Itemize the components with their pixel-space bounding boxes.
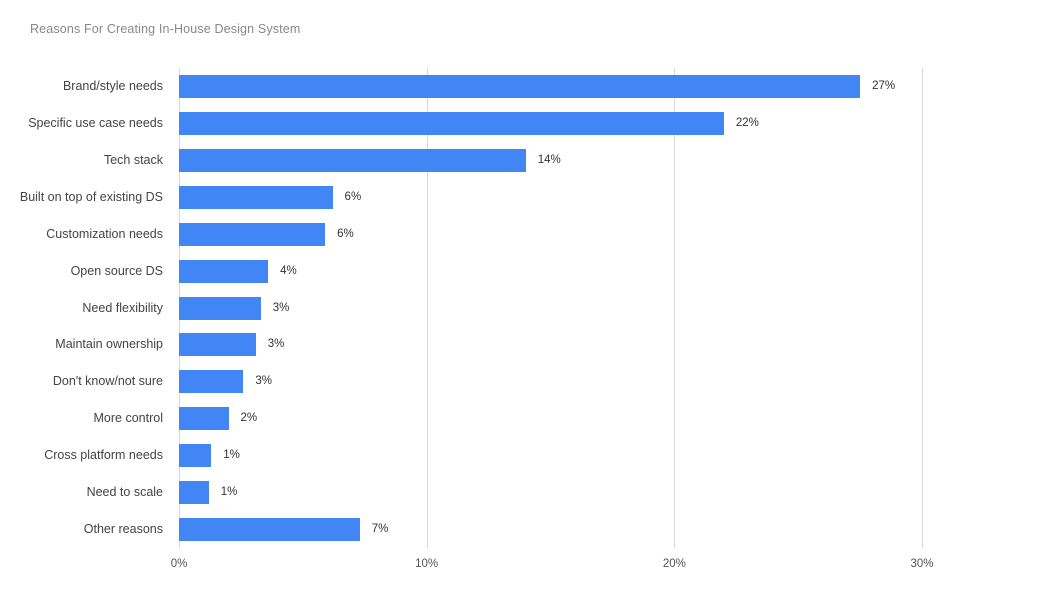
- bar-row: 22%: [179, 105, 922, 142]
- bar-value-label: 1%: [220, 486, 238, 499]
- category-label: Need flexibility: [82, 300, 163, 315]
- bar-row: 1%: [179, 437, 922, 474]
- bar-row: 3%: [179, 326, 922, 363]
- bar-value-label: 4%: [280, 264, 297, 277]
- bar[interactable]: [179, 148, 526, 172]
- category-label: Specific use case needs: [28, 115, 163, 130]
- bar-value-label: 22%: [735, 116, 759, 129]
- bar-value-label: 7%: [371, 523, 389, 536]
- bar-row: 27%: [179, 68, 922, 105]
- bar[interactable]: [179, 481, 209, 505]
- category-label: Brand/style needs: [62, 79, 163, 93]
- category-label: Maintain ownership: [55, 337, 163, 352]
- bar-value-label: 2%: [240, 412, 258, 425]
- bar[interactable]: [179, 75, 861, 98]
- bar-value-label: 3%: [272, 301, 290, 314]
- bar[interactable]: [179, 111, 724, 135]
- bar-value-label: 14%: [537, 153, 561, 166]
- bar-chart: Reasons For Creating In-House Design Sys…: [0, 0, 1064, 604]
- bar-row: 14%: [179, 142, 922, 179]
- plot-area: 27% 22% 14% 6% 6% 4% 3% 3% 3% 2% 1% 1% 7%: [179, 68, 923, 548]
- category-label: Need to scale: [86, 485, 163, 500]
- y-axis-category-labels: Brand/style needs Specific use case needs…: [0, 68, 171, 548]
- category-label: Cross platform needs: [44, 448, 163, 463]
- category-label: Other reasons: [83, 522, 163, 537]
- bar[interactable]: [179, 222, 326, 246]
- bar[interactable]: [179, 370, 244, 394]
- bar-row: 1%: [179, 474, 922, 511]
- bar-row: 3%: [179, 290, 922, 327]
- bar[interactable]: [179, 185, 333, 209]
- bar-row: 6%: [179, 216, 922, 253]
- x-axis-tick-labels: 0% 10% 20% 30%: [0, 558, 1064, 582]
- bar-value-label: 1%: [223, 449, 240, 462]
- bar-value-label: 6%: [337, 227, 354, 240]
- bar[interactable]: [179, 259, 269, 283]
- bar-value-label: 3%: [267, 338, 285, 351]
- category-label: Don't know/not sure: [52, 374, 163, 389]
- bar-value-label: 3%: [255, 375, 273, 388]
- bar[interactable]: [179, 518, 360, 542]
- bar[interactable]: [179, 407, 229, 431]
- bar-row: 2%: [179, 400, 922, 437]
- category-label: More control: [93, 411, 163, 426]
- bar[interactable]: [179, 296, 261, 320]
- category-label: Open source DS: [70, 263, 163, 278]
- x-tick-label: 0%: [170, 558, 188, 570]
- bar-row: 7%: [179, 511, 922, 548]
- bar-value-label: 27%: [872, 80, 896, 92]
- bar-value-label: 6%: [344, 190, 362, 203]
- x-tick-label: 10%: [415, 558, 439, 570]
- category-label: Built on top of existing DS: [19, 189, 163, 204]
- x-tick-label: 30%: [910, 558, 934, 570]
- bar-row: 4%: [179, 253, 922, 290]
- category-label: Tech stack: [103, 152, 163, 167]
- bar[interactable]: [179, 333, 256, 357]
- x-tick-label: 20%: [662, 558, 686, 570]
- chart-title: Reasons For Creating In-House Design Sys…: [30, 22, 301, 36]
- gridline-30pct: [922, 68, 923, 548]
- bar-row: 6%: [179, 179, 922, 216]
- bar[interactable]: [179, 444, 212, 468]
- category-label: Customization needs: [46, 226, 163, 241]
- bar-row: 3%: [179, 363, 922, 400]
